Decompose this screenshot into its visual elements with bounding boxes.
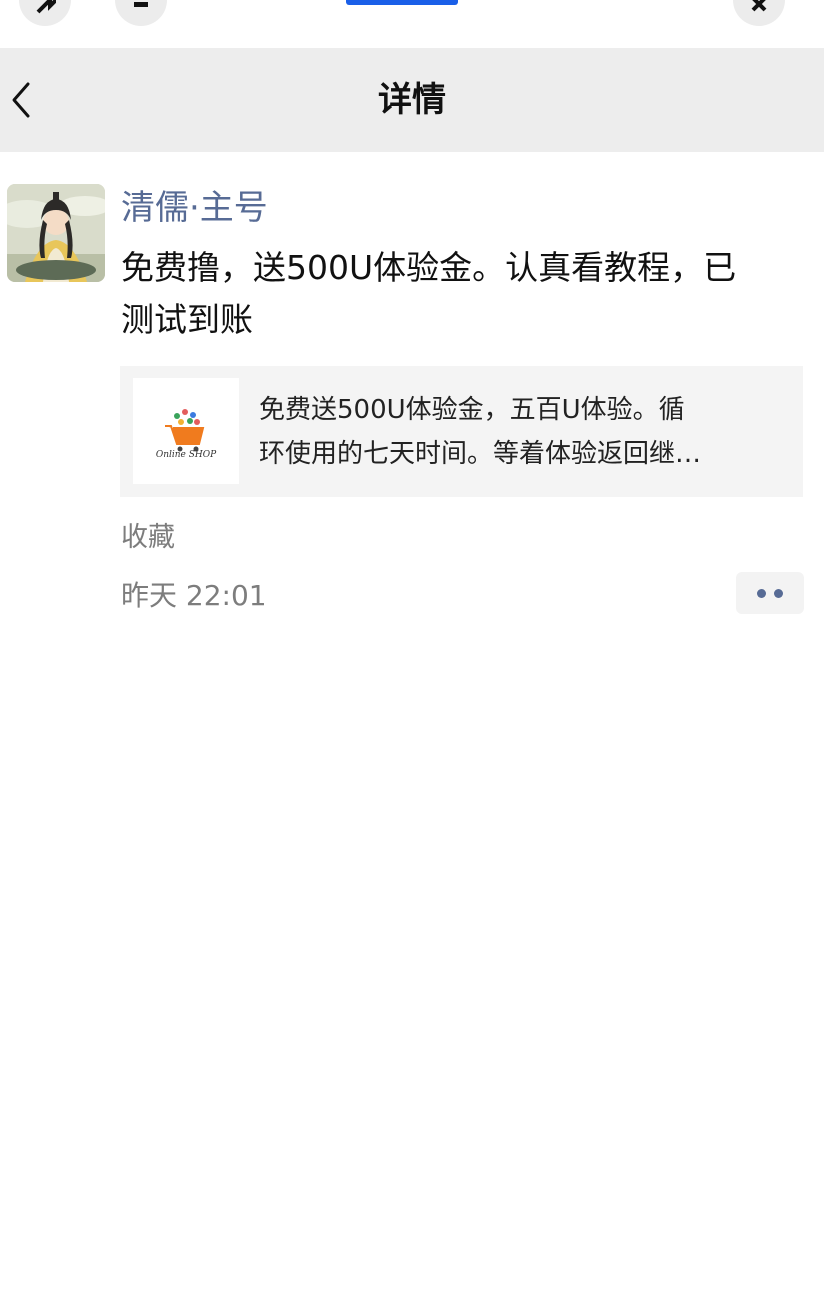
post-text: 免费撸，送500U体验金。认真看教程，已 测试到账 — [121, 242, 805, 346]
link-card[interactable]: Online SHOP 免费送500U体验金，五百U体验。循 环使用的七天时间。… — [120, 366, 803, 497]
avatar[interactable] — [7, 184, 105, 282]
top-strip — [0, 0, 824, 48]
nav-bar: 详情 — [0, 48, 824, 152]
minimize-icon — [115, 0, 167, 20]
more-dots-icon — [774, 589, 783, 598]
page-title: 详情 — [378, 80, 446, 120]
favorite-label: 收藏 — [121, 522, 175, 553]
cast-button[interactable] — [19, 0, 71, 26]
post-timestamp: 昨天 22:01 — [121, 579, 267, 612]
author-name[interactable]: 清儒·主号 — [121, 185, 268, 231]
shopping-cart-icon — [165, 409, 205, 452]
post-text-line: 测试到账 — [121, 300, 253, 339]
link-thumbnail: Online SHOP — [133, 378, 239, 484]
link-card-line: 环使用的七天时间。等着体验返回继… — [259, 439, 702, 469]
close-icon — [733, 0, 785, 20]
minimize-button[interactable] — [115, 0, 167, 26]
cast-icon — [19, 0, 71, 20]
more-button[interactable] — [736, 572, 804, 614]
post-text-line: 免费撸，送500U体验金。认真看教程，已 — [121, 248, 737, 287]
link-card-description: 免费送500U体验金，五百U体验。循 环使用的七天时间。等着体验返回继… — [259, 388, 779, 476]
thumbnail-caption: Online SHOP — [155, 450, 217, 460]
close-button[interactable] — [733, 0, 785, 26]
link-card-line: 免费送500U体验金，五百U体验。循 — [259, 395, 685, 425]
avatar-image — [7, 184, 105, 282]
active-indicator — [346, 0, 458, 5]
more-dots-icon — [757, 589, 766, 598]
